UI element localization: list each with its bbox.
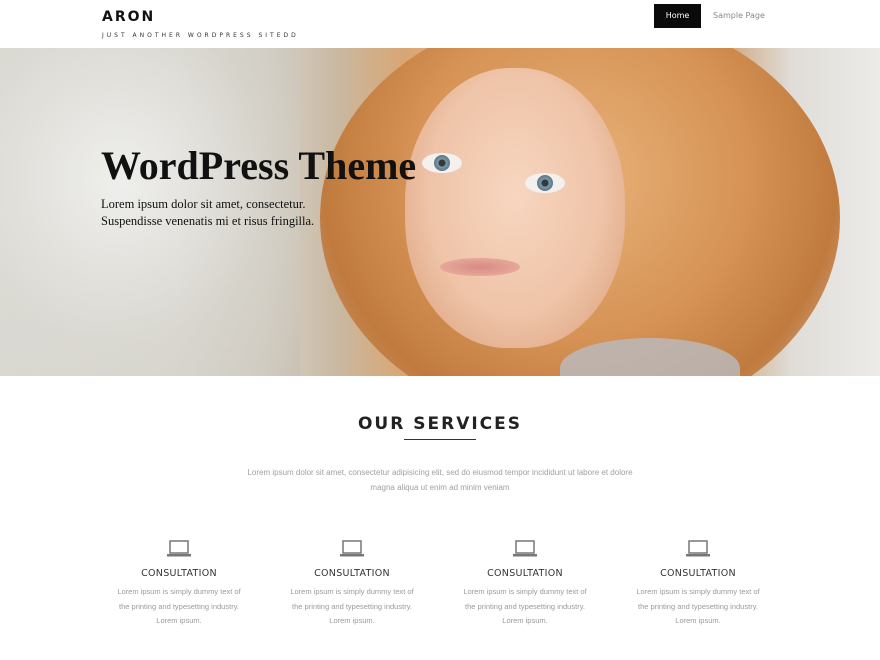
service-title: CONSULTATION bbox=[314, 568, 390, 579]
service-card: CONSULTATION Lorem ipsum is simply dummy… bbox=[104, 540, 254, 629]
service-text-line: the printing and typesetting industry. bbox=[119, 601, 239, 611]
hero-photo-face bbox=[405, 68, 625, 348]
hero-banner: WordPress Theme Lorem ipsum dolor sit am… bbox=[0, 48, 880, 376]
service-text-line: Lorem ipsum. bbox=[329, 616, 375, 625]
service-text: Lorem ipsum is simply dummy text of the … bbox=[450, 585, 600, 629]
service-text: Lorem ipsum is simply dummy text of the … bbox=[623, 585, 773, 629]
hero-photo-eye bbox=[525, 173, 565, 193]
hero-title: WordPress Theme bbox=[101, 143, 417, 188]
service-card: CONSULTATION Lorem ipsum is simply dummy… bbox=[623, 540, 773, 629]
service-card: CONSULTATION Lorem ipsum is simply dummy… bbox=[450, 540, 600, 629]
service-title: CONSULTATION bbox=[487, 568, 563, 579]
nav-item-home[interactable]: Home bbox=[654, 4, 701, 28]
service-text-line: the printing and typesetting industry. bbox=[638, 601, 758, 611]
service-text-line: Lorem ipsum is simply dummy text of bbox=[290, 587, 414, 596]
service-text-line: the printing and typesetting industry. bbox=[465, 601, 585, 611]
services-title: OUR SERVICES bbox=[357, 414, 523, 434]
service-title: CONSULTATION bbox=[141, 568, 217, 579]
site-header: ARON JUST ANOTHER WORDPRESS SITEDD Home … bbox=[0, 0, 880, 48]
hero-subtitle-line: Lorem ipsum dolor sit amet, consectetur. bbox=[101, 197, 306, 211]
service-text-line: Lorem ipsum is simply dummy text of bbox=[636, 587, 760, 596]
service-text: Lorem ipsum is simply dummy text of the … bbox=[104, 585, 254, 629]
site-title[interactable]: ARON bbox=[102, 8, 299, 26]
service-text-line: Lorem ipsum is simply dummy text of bbox=[463, 587, 587, 596]
laptop-icon bbox=[513, 540, 537, 557]
service-title: CONSULTATION bbox=[660, 568, 736, 579]
laptop-icon bbox=[340, 540, 364, 557]
laptop-icon bbox=[167, 540, 191, 557]
services-intro-line: Lorem ipsum dolor sit amet, consectetur … bbox=[247, 468, 633, 477]
hero-text: WordPress Theme Lorem ipsum dolor sit am… bbox=[101, 140, 416, 230]
laptop-icon bbox=[686, 540, 710, 557]
service-text: Lorem ipsum is simply dummy text of the … bbox=[277, 585, 427, 629]
hero-subtitle: Lorem ipsum dolor sit amet, consectetur.… bbox=[101, 196, 361, 230]
hero-photo-mouth bbox=[440, 258, 520, 276]
service-text-line: Lorem ipsum. bbox=[675, 616, 721, 625]
service-text-line: Lorem ipsum is simply dummy text of bbox=[117, 587, 241, 596]
services-intro-line: magna aliqua ut enim ad minim veniam bbox=[370, 483, 510, 492]
service-text-line: the printing and typesetting industry. bbox=[292, 601, 412, 611]
nav-item-sample-page[interactable]: Sample Page bbox=[701, 4, 777, 28]
services-intro: Lorem ipsum dolor sit amet, consectetur … bbox=[215, 465, 665, 495]
services-divider bbox=[404, 439, 476, 440]
hero-photo-eye bbox=[422, 153, 462, 173]
brand: ARON JUST ANOTHER WORDPRESS SITEDD bbox=[102, 8, 299, 39]
main-nav: Home Sample Page bbox=[654, 4, 777, 28]
hero-subtitle-line: Suspendisse venenatis mi et risus fringi… bbox=[101, 214, 315, 228]
service-text-line: Lorem ipsum. bbox=[156, 616, 202, 625]
service-card: CONSULTATION Lorem ipsum is simply dummy… bbox=[277, 540, 427, 629]
site-tagline: JUST ANOTHER WORDPRESS SITEDD bbox=[102, 32, 299, 39]
service-text-line: Lorem ipsum. bbox=[502, 616, 548, 625]
